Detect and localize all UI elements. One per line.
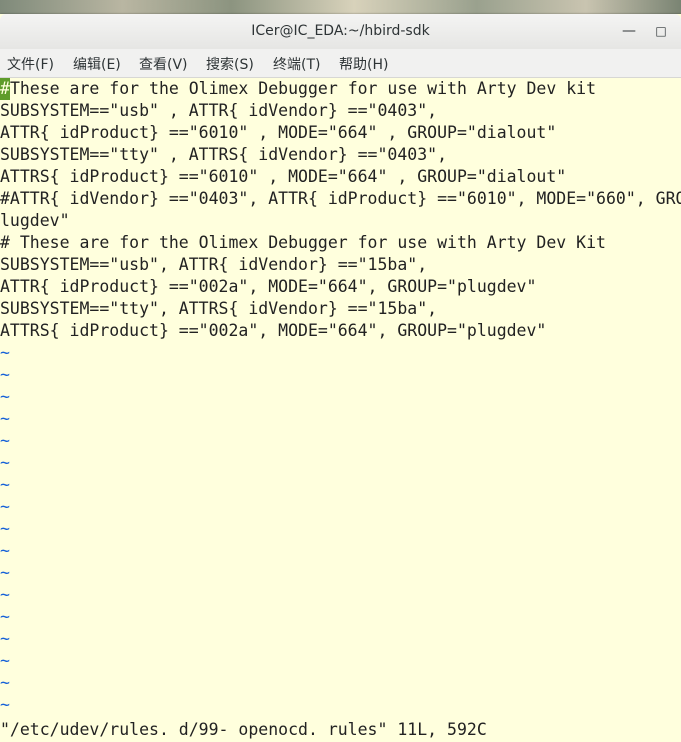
empty-line-marker: ~ — [0, 409, 10, 428]
editor-line: SUBSYSTEM=="usb", ATTR{ idVendor} =="15b… — [0, 255, 428, 274]
editor-line: SUBSYSTEM=="tty" , ATTRS{ idVendor} =="0… — [0, 145, 448, 164]
empty-line-marker: ~ — [0, 453, 10, 472]
editor-line: #These are for the Olimex Debugger for u… — [0, 78, 596, 100]
menu-terminal[interactable]: 终端(T) — [273, 54, 320, 74]
empty-line-marker: ~ — [0, 343, 10, 362]
editor-line: ATTR{ idProduct} =="6010" , MODE="664" ,… — [0, 123, 557, 142]
menu-search[interactable]: 搜索(S) — [206, 54, 254, 74]
empty-line-marker: ~ — [0, 519, 10, 538]
editor-line-text: These are for the Olimex Debugger for us… — [9, 79, 597, 98]
empty-line-marker: ~ — [0, 431, 10, 450]
empty-line-marker: ~ — [0, 475, 10, 494]
empty-line-marker: ~ — [0, 607, 10, 626]
editor-line: # These are for the Olimex Debugger for … — [0, 233, 606, 252]
editor-line: #ATTR{ idVendor} =="0403", ATTR{ idProdu… — [0, 189, 681, 208]
editor-line: ATTRS{ idProduct} =="6010" , MODE="664" … — [0, 167, 567, 186]
editor-line: ATTR{ idProduct} =="002a", MODE="664", G… — [0, 277, 537, 296]
empty-line-marker: ~ — [0, 541, 10, 560]
empty-line-marker: ~ — [0, 629, 10, 648]
editor-line: SUBSYSTEM=="usb" , ATTR{ idVendor} =="04… — [0, 101, 438, 120]
status-line: "/etc/udev/rules. d/99- openocd. rules" … — [0, 720, 487, 739]
menu-help[interactable]: 帮助(H) — [339, 54, 388, 74]
minimize-button[interactable]: — — [620, 22, 638, 40]
empty-line-marker: ~ — [0, 673, 10, 692]
menu-edit[interactable]: 编辑(E) — [73, 54, 121, 74]
vim-editor[interactable]: #These are for the Olimex Debugger for u… — [0, 78, 681, 742]
empty-line-marker: ~ — [0, 695, 10, 714]
empty-line-marker: ~ — [0, 585, 10, 604]
maximize-button[interactable]: □ — [652, 22, 670, 40]
menu-file[interactable]: 文件(F) — [7, 54, 54, 74]
editor-line: SUBSYSTEM=="tty", ATTRS{ idVendor} =="15… — [0, 299, 438, 318]
title-bar[interactable]: ICer@IC_EDA:~/hbird-sdk — □ — [0, 14, 681, 50]
empty-line-marker: ~ — [0, 563, 10, 582]
empty-line-marker: ~ — [0, 497, 10, 516]
editor-line: ATTRS{ idProduct} =="002a", MODE="664", … — [0, 321, 547, 340]
empty-line-marker: ~ — [0, 651, 10, 670]
empty-line-marker: ~ — [0, 387, 10, 406]
menu-bar: 文件(F) 编辑(E) 查看(V) 搜索(S) 终端(T) 帮助(H) — [0, 49, 681, 78]
menu-view[interactable]: 查看(V) — [139, 54, 188, 74]
editor-line: lugdev" — [0, 211, 70, 230]
terminal-window: ICer@IC_EDA:~/hbird-sdk — □ 文件(F) 编辑(E) … — [0, 14, 681, 742]
desktop-background — [0, 0, 681, 14]
empty-line-marker: ~ — [0, 365, 10, 384]
window-title: ICer@IC_EDA:~/hbird-sdk — [251, 23, 430, 39]
text-cursor: # — [0, 78, 10, 100]
